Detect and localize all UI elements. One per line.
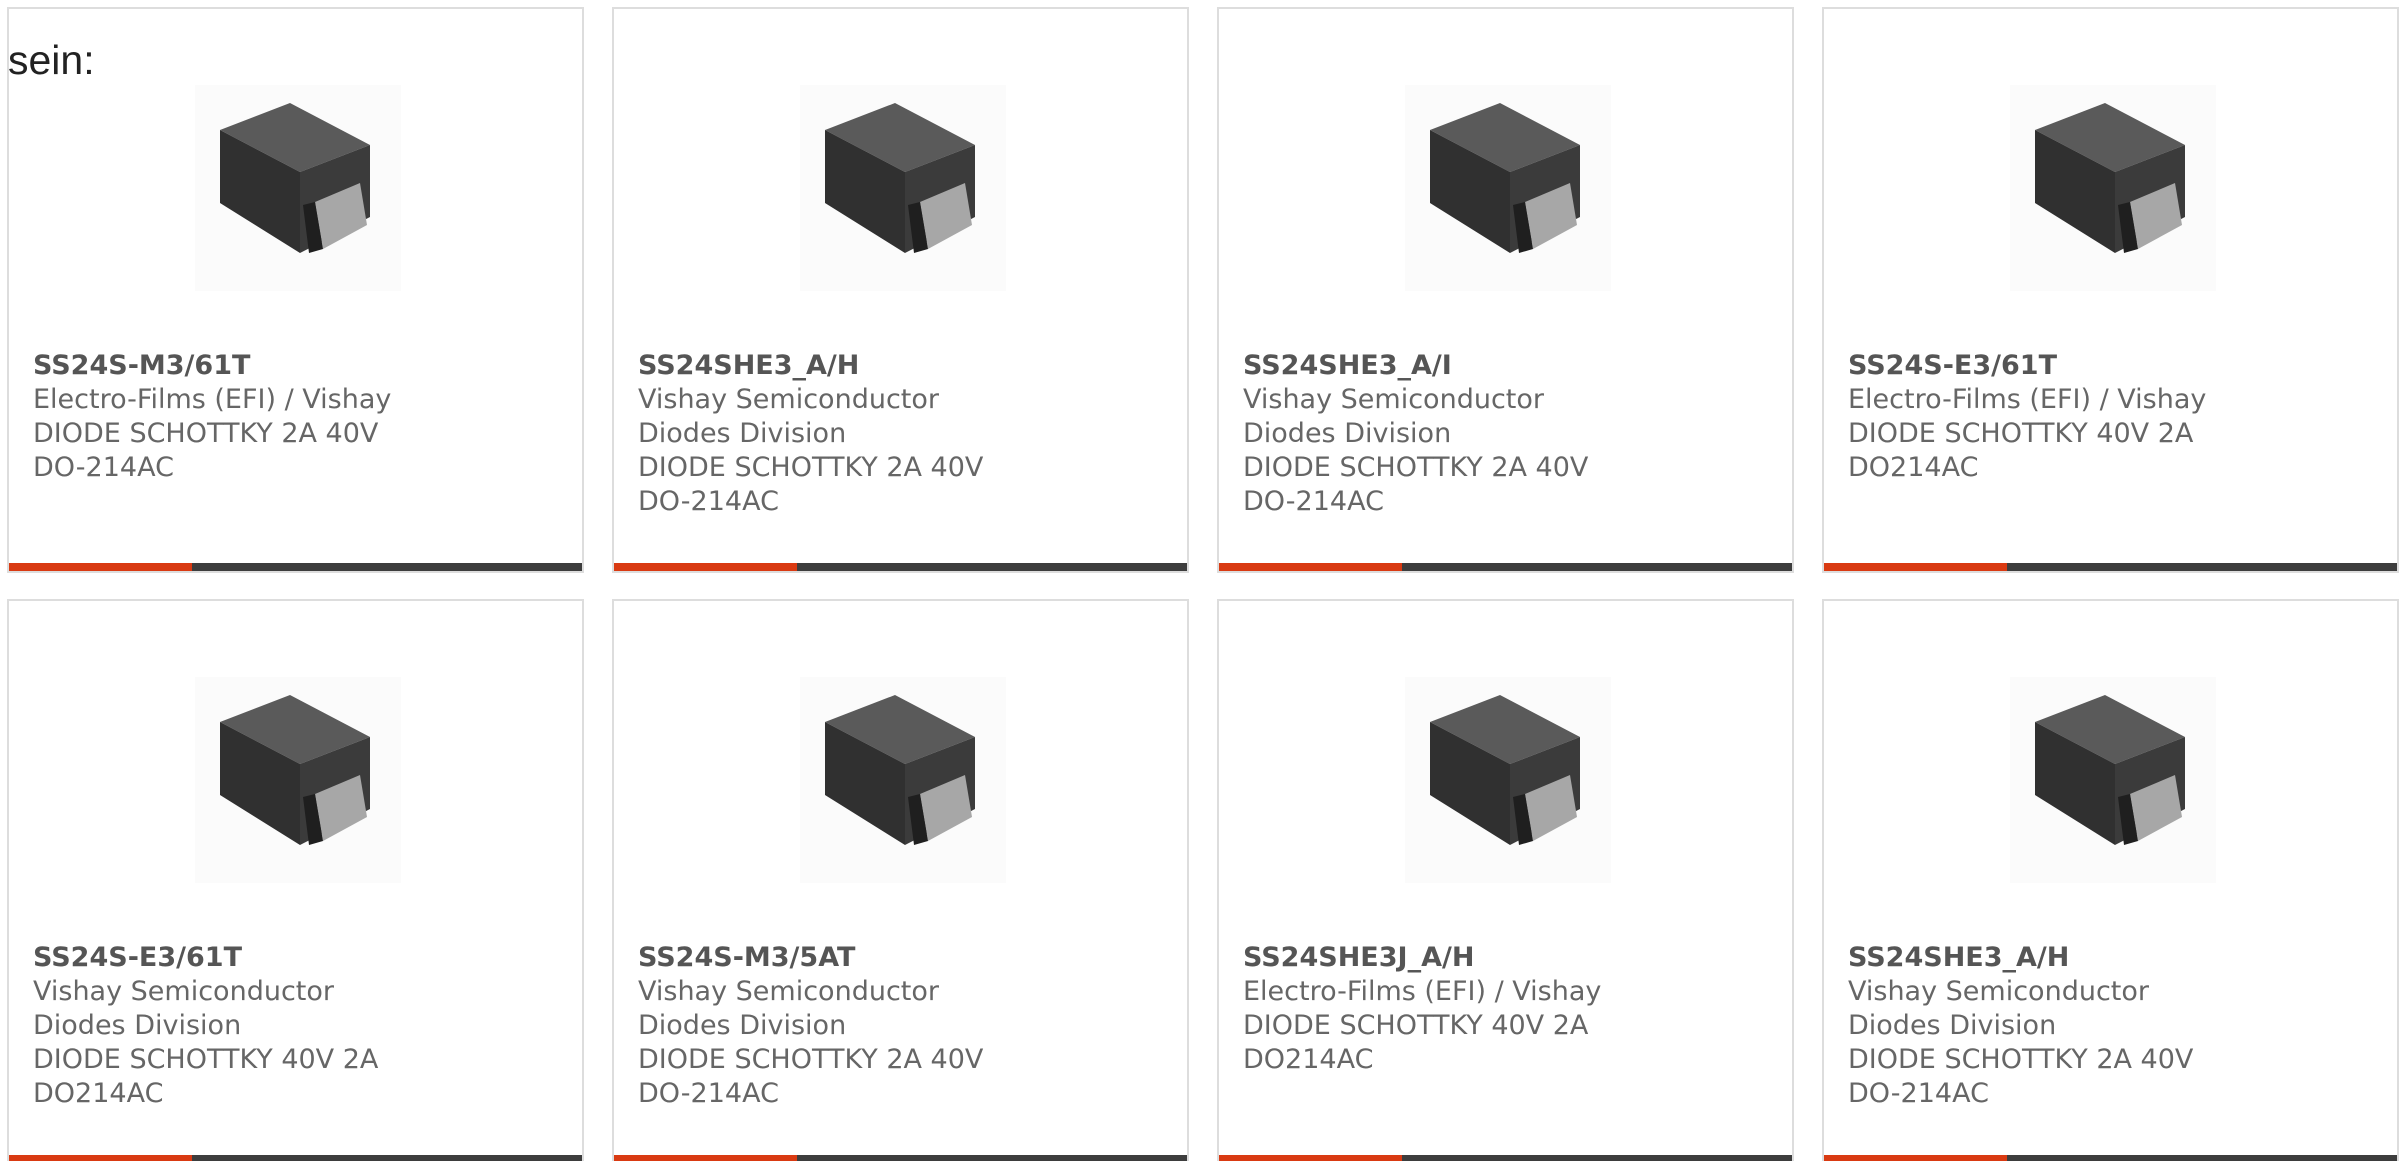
product-info: SS24SHE3_A/H Vishay Semiconductor Diodes… (638, 349, 1038, 519)
product-results-page: sein: SS24S-M3/61T Electro-Films (EFI) /… (0, 0, 2400, 1161)
manufacturer-name: Electro-Films (EFI) / Vishay (33, 384, 392, 415)
product-info: SS24SHE3J_A/H Electro-Films (EFI) / Vish… (1243, 941, 1643, 1077)
part-number-link[interactable]: SS24S-M3/5AT (638, 941, 1038, 975)
manufacturer-name: Vishay Semiconductor Diodes Division (1848, 976, 2149, 1041)
manufacturer-name: Electro-Films (EFI) / Vishay (1243, 976, 1602, 1007)
part-number-link[interactable]: SS24SHE3_A/H (638, 349, 1038, 383)
product-description: DIODE SCHOTTKY 40V 2A DO214AC (33, 1044, 379, 1109)
card-footer-bar (1824, 563, 2397, 571)
accent-progress (1219, 563, 1402, 571)
intro-text: sein: (8, 37, 95, 83)
diode-package-image (1405, 677, 1611, 883)
manufacturer-name: Vishay Semiconductor Diodes Division (638, 976, 939, 1041)
product-info: SS24SHE3_A/I Vishay Semiconductor Diodes… (1243, 349, 1643, 519)
product-info: SS24S-M3/61T Electro-Films (EFI) / Visha… (33, 349, 433, 485)
accent-progress (614, 563, 797, 571)
part-number-link[interactable]: SS24SHE3J_A/H (1243, 941, 1643, 975)
product-grid: SS24S-M3/61T Electro-Films (EFI) / Visha… (7, 7, 2400, 1161)
product-info: SS24SHE3_A/H Vishay Semiconductor Diodes… (1848, 941, 2248, 1111)
product-card[interactable]: SS24S-E3/61T Electro-Films (EFI) / Visha… (1822, 7, 2399, 573)
manufacturer-name: Vishay Semiconductor Diodes Division (1243, 384, 1544, 449)
product-card[interactable]: SS24S-E3/61T Vishay Semiconductor Diodes… (7, 599, 584, 1161)
accent-progress (1824, 1155, 2007, 1161)
product-description: DIODE SCHOTTKY 2A 40V DO-214AC (638, 1044, 984, 1109)
product-description: DIODE SCHOTTKY 40V 2A DO214AC (1243, 1010, 1589, 1075)
product-card[interactable]: SS24S-M3/5AT Vishay Semiconductor Diodes… (612, 599, 1189, 1161)
card-footer-bar (1219, 1155, 1792, 1161)
product-card[interactable]: SS24S-M3/61T Electro-Films (EFI) / Visha… (7, 7, 584, 573)
card-footer-bar (614, 563, 1187, 571)
card-footer-bar (1219, 563, 1792, 571)
product-card[interactable]: SS24SHE3J_A/H Electro-Films (EFI) / Vish… (1217, 599, 1794, 1161)
product-description: DIODE SCHOTTKY 2A 40V DO-214AC (1243, 452, 1589, 517)
diode-package-image (1405, 85, 1611, 291)
part-number-link[interactable]: SS24S-E3/61T (33, 941, 433, 975)
manufacturer-name: Vishay Semiconductor Diodes Division (638, 384, 939, 449)
diode-package-image (195, 85, 401, 291)
product-info: SS24S-E3/61T Vishay Semiconductor Diodes… (33, 941, 433, 1111)
accent-progress (1824, 563, 2007, 571)
accent-progress (9, 1155, 192, 1161)
product-info: SS24S-E3/61T Electro-Films (EFI) / Visha… (1848, 349, 2248, 485)
diode-package-image (800, 85, 1006, 291)
part-number-link[interactable]: SS24S-E3/61T (1848, 349, 2248, 383)
manufacturer-name: Vishay Semiconductor Diodes Division (33, 976, 334, 1041)
product-card[interactable]: SS24SHE3_A/H Vishay Semiconductor Diodes… (612, 7, 1189, 573)
diode-package-image (800, 677, 1006, 883)
diode-package-image (195, 677, 401, 883)
part-number-link[interactable]: SS24SHE3_A/I (1243, 349, 1643, 383)
card-footer-bar (9, 1155, 582, 1161)
product-description: DIODE SCHOTTKY 2A 40V DO-214AC (33, 418, 379, 483)
product-card[interactable]: SS24SHE3_A/I Vishay Semiconductor Diodes… (1217, 7, 1794, 573)
accent-progress (614, 1155, 797, 1161)
part-number-link[interactable]: SS24S-M3/61T (33, 349, 433, 383)
product-info: SS24S-M3/5AT Vishay Semiconductor Diodes… (638, 941, 1038, 1111)
diode-package-image (2010, 677, 2216, 883)
diode-package-image (2010, 85, 2216, 291)
card-footer-bar (9, 563, 582, 571)
product-description: DIODE SCHOTTKY 2A 40V DO-214AC (1848, 1044, 2194, 1109)
product-card[interactable]: SS24SHE3_A/H Vishay Semiconductor Diodes… (1822, 599, 2399, 1161)
product-description: DIODE SCHOTTKY 40V 2A DO214AC (1848, 418, 2194, 483)
card-footer-bar (1824, 1155, 2397, 1161)
part-number-link[interactable]: SS24SHE3_A/H (1848, 941, 2248, 975)
card-footer-bar (614, 1155, 1187, 1161)
accent-progress (1219, 1155, 1402, 1161)
accent-progress (9, 563, 192, 571)
product-description: DIODE SCHOTTKY 2A 40V DO-214AC (638, 452, 984, 517)
manufacturer-name: Electro-Films (EFI) / Vishay (1848, 384, 2207, 415)
